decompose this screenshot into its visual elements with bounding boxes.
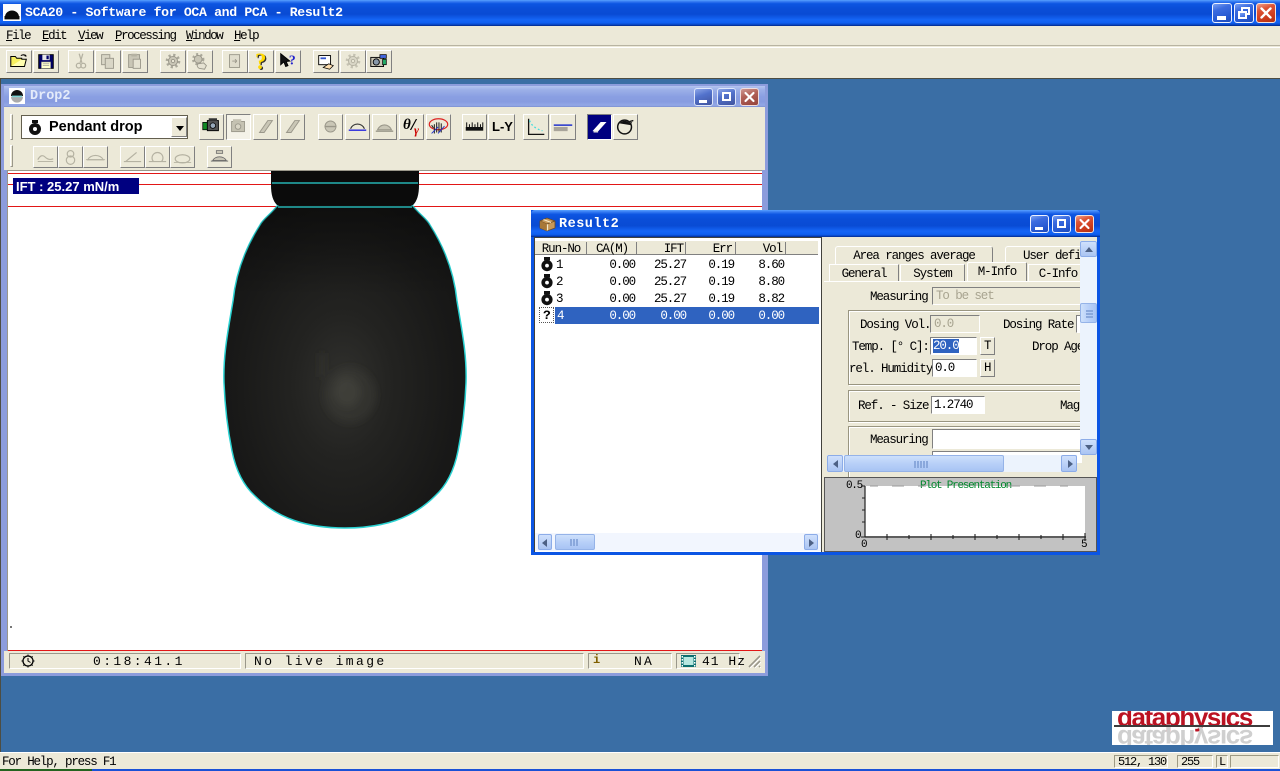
svg-text:?: ?	[289, 53, 296, 68]
